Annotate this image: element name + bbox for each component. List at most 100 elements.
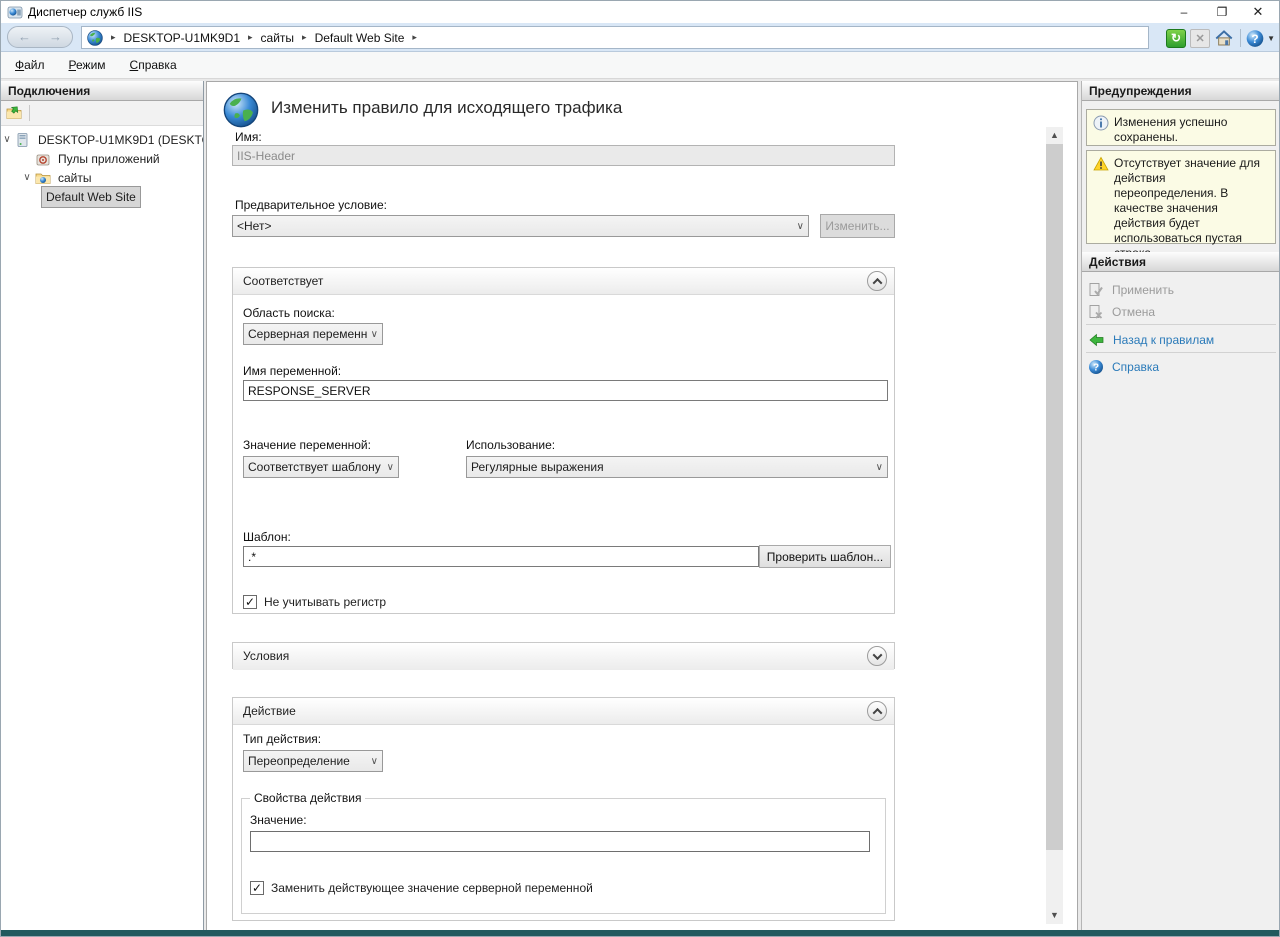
warning-alert: Отсутствует значение для действия переоп… <box>1086 150 1276 244</box>
breadcrumb-server[interactable]: DESKTOP-U1MK9D1 <box>124 31 240 45</box>
apply-label: Применить <box>1112 283 1174 297</box>
close-button[interactable]: ✕ <box>1241 1 1275 23</box>
ignore-case-checkbox[interactable]: ✓ <box>243 595 257 609</box>
tree-label-server: DESKTOP-U1MK9D1 (DESKTOP <box>35 132 203 148</box>
scrollbar-thumb[interactable] <box>1046 144 1063 850</box>
menu-view[interactable]: Режим <box>59 54 116 76</box>
expand-icon[interactable]: ∨ <box>21 172 33 183</box>
alerts-header: Предупреждения <box>1082 81 1280 101</box>
breadcrumb-separator: ▸ <box>111 32 116 43</box>
apply-icon <box>1088 282 1104 298</box>
cancel-action: Отмена <box>1088 302 1155 322</box>
chevron-down-icon: ∨ <box>876 462 883 473</box>
chevron-up-icon <box>872 277 882 287</box>
back-icon[interactable]: ← <box>18 29 31 44</box>
tree-item-sites[interactable]: ∨ сайты <box>1 168 203 187</box>
tree-item-server[interactable]: ∨ DESKTOP-U1MK9D1 (DESKTOP <box>1 130 203 149</box>
title-bar: Диспетчер служб IIS – ❐ ✕ <box>1 1 1279 23</box>
name-label: Имя: <box>235 130 262 144</box>
connections-panel: Подключения ∨ DESKTOP-U1MK9 <box>1 81 204 931</box>
svg-text:?: ? <box>1251 31 1258 45</box>
connections-header: Подключения <box>1 81 203 101</box>
vertical-scrollbar[interactable]: ▲ ▼ <box>1046 127 1063 924</box>
scope-select[interactable]: Серверная переменн ∨ <box>243 323 383 345</box>
chevron-down-icon <box>872 650 882 660</box>
toolbar-separator <box>29 105 30 121</box>
info-alert: Изменения успешно сохранены. <box>1086 109 1276 146</box>
actions-separator <box>1086 324 1276 325</box>
home-icon[interactable] <box>1214 29 1234 48</box>
menu-help-accel: С <box>130 58 139 72</box>
collapse-button[interactable] <box>867 701 887 721</box>
action-properties-title: Свойства действия <box>250 791 365 805</box>
back-arrow-icon <box>1088 332 1105 348</box>
window-bottom-edge <box>1 930 1279 936</box>
action-type-label: Тип действия: <box>243 732 321 746</box>
help-link[interactable]: ? Справка <box>1088 357 1159 377</box>
match-section-header[interactable]: Соответствует <box>233 268 894 295</box>
back-to-rules-link[interactable]: Назад к правилам <box>1088 330 1214 350</box>
help-icon[interactable]: ? <box>1245 29 1265 48</box>
address-toolbar: ↻ ✕ ? ▼ <box>1162 27 1275 49</box>
variable-value-select[interactable]: Соответствует шаблону ∨ <box>243 456 399 478</box>
scroll-up-icon[interactable]: ▲ <box>1046 127 1063 144</box>
actions-header: Действия <box>1082 252 1280 272</box>
test-pattern-button[interactable]: Проверить шаблон... <box>759 545 891 568</box>
breadcrumb-separator: ▸ <box>412 32 417 43</box>
scope-label: Область поиска: <box>243 306 335 320</box>
expand-button[interactable] <box>867 646 887 666</box>
action-type-value: Переопределение <box>248 754 367 768</box>
menu-help[interactable]: Справка <box>120 54 187 76</box>
right-panel: Предупреждения Изменения успешно сохране… <box>1081 81 1280 931</box>
tree-item-app-pools[interactable]: Пулы приложений <box>1 149 203 168</box>
tree-label-sites: сайты <box>55 170 95 186</box>
main-content: Изменить правило для исходящего трафика … <box>206 81 1078 931</box>
variable-value-value: Соответствует шаблону <box>248 460 383 474</box>
action-section-header[interactable]: Действие <box>233 698 894 725</box>
action-section: Действие Тип действия: Переопределение ∨… <box>232 697 895 921</box>
expand-icon[interactable]: ∨ <box>1 134 13 145</box>
action-value-label: Значение: <box>250 813 307 827</box>
forward-icon[interactable]: → <box>49 29 62 44</box>
menu-file[interactable]: Файл <box>5 54 55 76</box>
info-alert-text: Изменения успешно сохранены. <box>1114 115 1271 140</box>
edit-precondition-button: Изменить... <box>820 214 895 238</box>
address-bar: ← → ▸ DESKTOP-U1MK9D1 ▸ сайты ▸ Default … <box>1 23 1279 52</box>
action-value-input[interactable] <box>250 831 870 852</box>
scroll-down-icon[interactable]: ▼ <box>1046 907 1063 924</box>
menu-view-accel: Р <box>69 58 76 72</box>
chevron-up-icon <box>872 707 882 717</box>
save-connection-icon[interactable] <box>6 105 22 121</box>
breadcrumb-sites[interactable]: сайты <box>261 31 295 45</box>
help-dropdown-caret[interactable]: ▼ <box>1267 34 1275 43</box>
actions-separator <box>1086 352 1276 353</box>
collapse-button[interactable] <box>867 271 887 291</box>
chevron-down-icon: ∨ <box>371 329 378 340</box>
replace-value-checkbox[interactable]: ✓ <box>250 881 264 895</box>
minimize-button[interactable]: – <box>1167 1 1201 23</box>
variable-name-input[interactable] <box>243 380 888 401</box>
pattern-label: Шаблон: <box>243 530 291 544</box>
breadcrumb[interactable]: ▸ DESKTOP-U1MK9D1 ▸ сайты ▸ Default Web … <box>81 26 1149 49</box>
restore-button[interactable]: ❐ <box>1205 1 1239 23</box>
scope-value: Серверная переменн <box>248 327 367 341</box>
warning-alert-text: Отсутствует значение для действия переоп… <box>1114 156 1271 238</box>
name-input <box>232 145 895 166</box>
nav-buttons: ← → <box>7 26 73 48</box>
sites-folder-icon <box>35 170 51 186</box>
precondition-select[interactable]: <Нет> ∨ <box>232 215 809 237</box>
action-type-select[interactable]: Переопределение ∨ <box>243 750 383 772</box>
replace-value-label: Заменить действующее значение серверной … <box>271 881 593 895</box>
using-select[interactable]: Регулярные выражения ∨ <box>466 456 888 478</box>
action-properties-group: Свойства действия Значение: ✓ Заменить д… <box>241 798 886 914</box>
breadcrumb-site[interactable]: Default Web Site <box>315 31 405 45</box>
svg-text:?: ? <box>1093 363 1099 374</box>
breadcrumb-separator: ▸ <box>248 32 253 43</box>
ignore-case-row: ✓ Не учитывать регистр <box>243 595 386 609</box>
tree-item-default-web-site[interactable]: › Default Web Site <box>1 187 203 206</box>
refresh-icon[interactable]: ↻ <box>1166 29 1186 48</box>
cancel-label: Отмена <box>1112 305 1155 319</box>
server-icon <box>15 132 31 148</box>
pattern-input[interactable] <box>243 546 759 567</box>
conditions-section-header[interactable]: Условия <box>233 643 894 670</box>
